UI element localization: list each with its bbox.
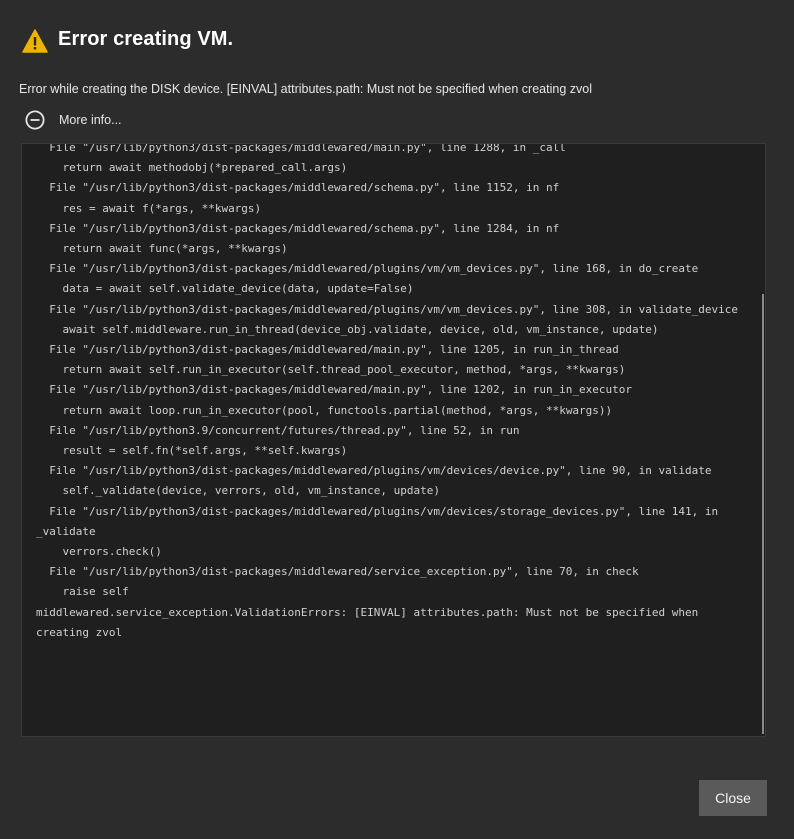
more-info-label[interactable]: More info... bbox=[59, 113, 122, 127]
close-button[interactable]: Close bbox=[699, 780, 767, 816]
error-dialog: Error creating VM. Error while creating … bbox=[0, 0, 794, 839]
dialog-header: Error creating VM. bbox=[22, 25, 233, 54]
warning-icon bbox=[22, 28, 48, 54]
collapse-minus-icon[interactable] bbox=[25, 110, 45, 130]
dialog-title: Error creating VM. bbox=[58, 28, 234, 50]
error-message: Error while creating the DISK device. [E… bbox=[19, 82, 592, 96]
traceback-panel[interactable]: File "/usr/lib/python3/dist-packages/mid… bbox=[21, 143, 766, 737]
traceback-text: File "/usr/lib/python3/dist-packages/mid… bbox=[36, 143, 738, 639]
more-info-toggle[interactable]: More info... bbox=[25, 110, 122, 130]
traceback-scrollbar[interactable] bbox=[762, 294, 764, 734]
